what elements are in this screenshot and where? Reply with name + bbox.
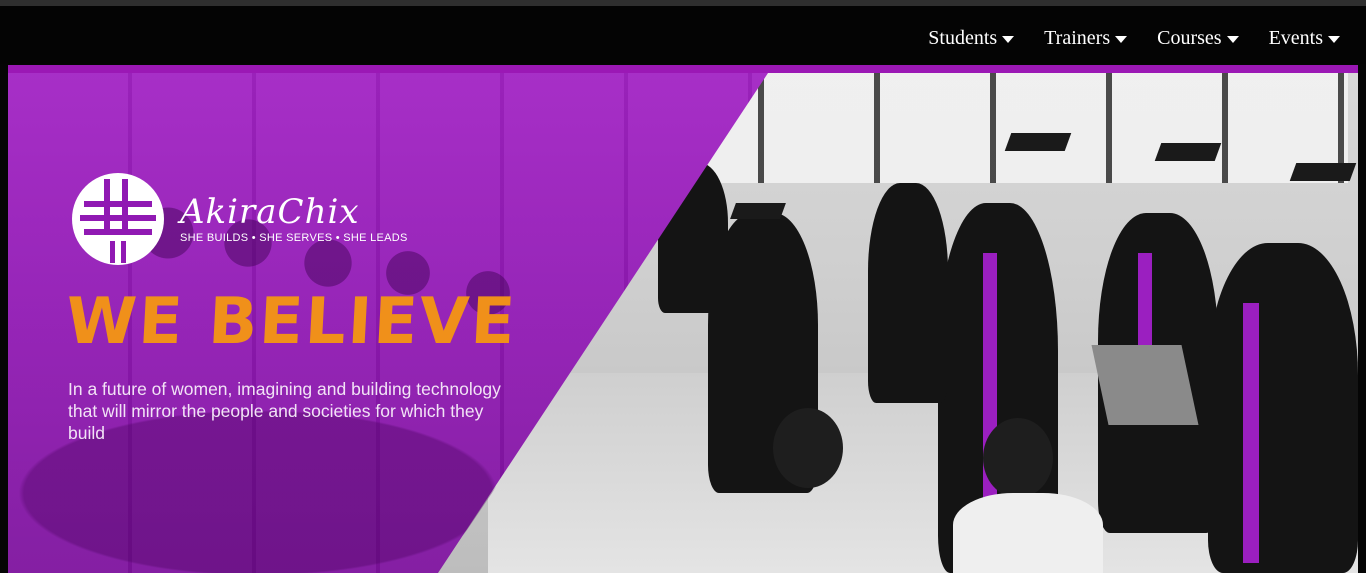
nav-item-trainers[interactable]: Trainers — [1044, 20, 1128, 56]
photo-cap — [1004, 133, 1072, 151]
caret-down-icon — [1002, 35, 1015, 43]
nav-item-label: Trainers — [1044, 26, 1111, 49]
hero-headline: WE BELIEVE — [64, 285, 519, 359]
brand-logo[interactable]: AkiraChix SHE BUILDS • SHE SERVES • SHE … — [70, 171, 408, 267]
photo-cap — [1154, 143, 1222, 161]
hero-subtext: In a future of women, imagining and buil… — [68, 379, 501, 443]
nav-item-label: Students — [928, 26, 998, 49]
caret-down-icon — [1328, 35, 1340, 43]
photo-cap — [1289, 163, 1357, 181]
caret-down-icon — [1226, 35, 1239, 43]
nav-item-events[interactable]: Events — [1269, 20, 1340, 56]
akirachix-logo-icon — [72, 173, 164, 265]
nav-item-label: Courses — [1157, 26, 1222, 49]
laptop-icon — [1091, 345, 1199, 425]
photo-figure — [868, 183, 948, 403]
nav-menu: Students Trainers Courses Events — [898, 20, 1340, 56]
brand-name: AkiraChix — [180, 192, 360, 232]
hero-banner: AkiraChix SHE BUILDS • SHE SERVES • SHE … — [8, 65, 1358, 573]
brand-tagline: SHE BUILDS • SHE SERVES • SHE LEADS — [180, 232, 408, 244]
photo-stole — [983, 253, 997, 533]
nav-item-label: Events — [1268, 26, 1323, 49]
photo-stole — [1243, 303, 1259, 563]
top-navbar: Students Trainers Courses Events — [0, 6, 1366, 64]
nav-item-students[interactable]: Students — [928, 20, 1015, 56]
photo-head — [983, 418, 1053, 498]
nav-item-courses[interactable]: Courses — [1157, 20, 1239, 56]
photo-cap — [730, 203, 786, 219]
photo-head — [773, 408, 843, 488]
caret-down-icon — [1115, 35, 1128, 43]
photo-shirt — [953, 493, 1103, 573]
logo-text: AkiraChix SHE BUILDS • SHE SERVES • SHE … — [180, 194, 408, 244]
photo-figure — [1208, 243, 1358, 573]
